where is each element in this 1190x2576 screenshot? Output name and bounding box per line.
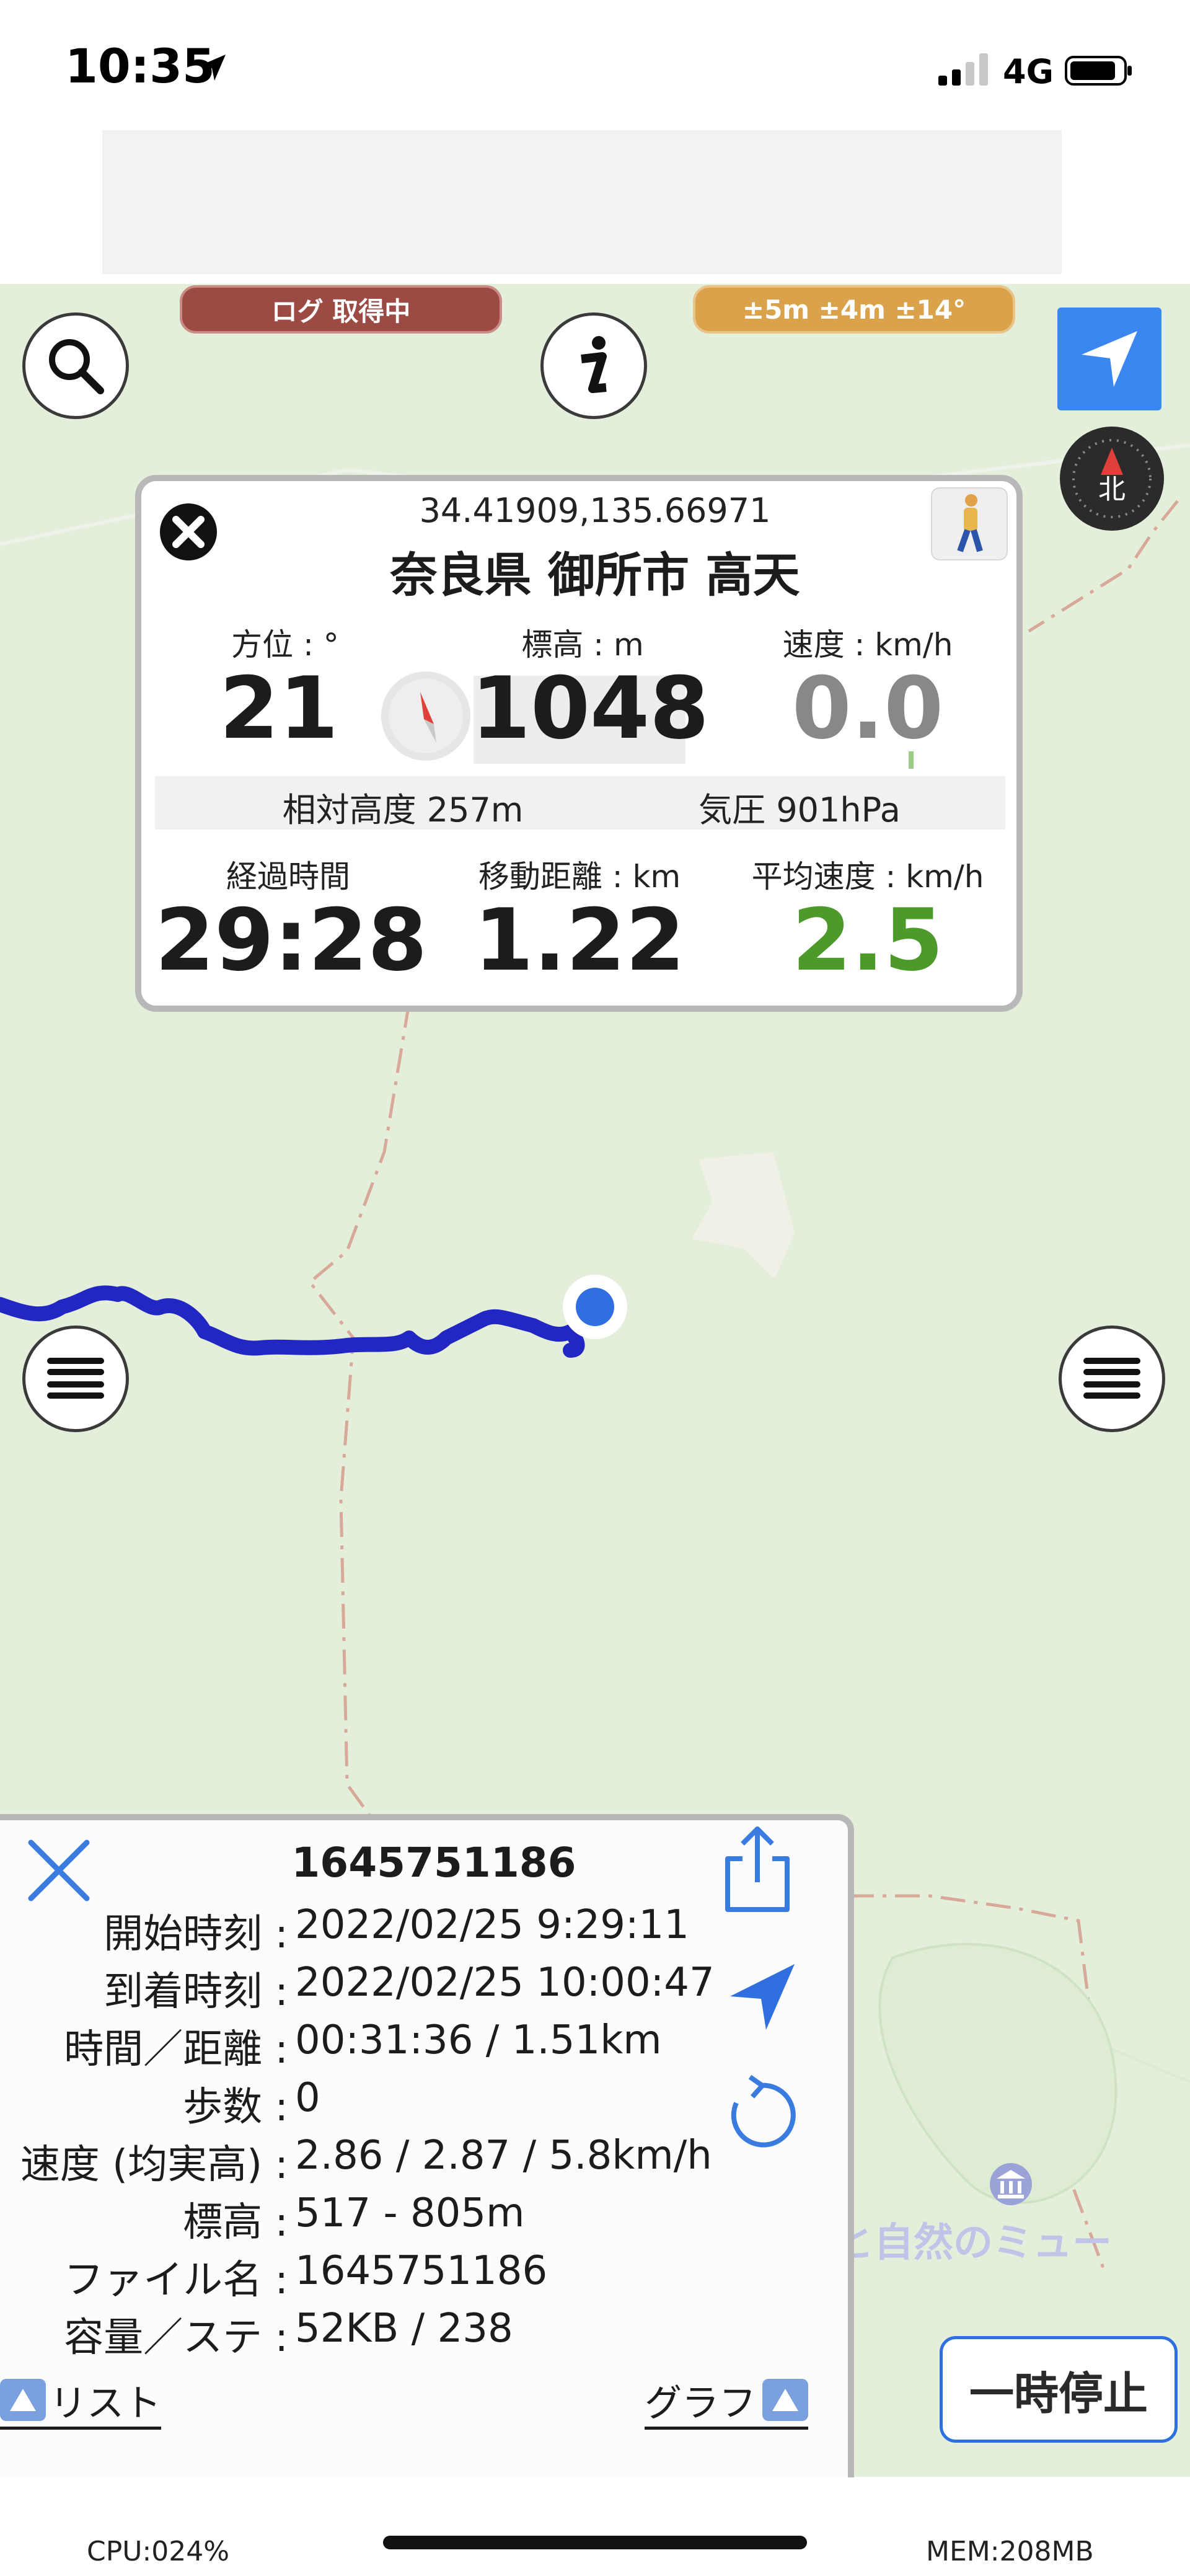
row-value: 2022/02/25 10:00:47 xyxy=(295,1960,715,2006)
coordinates: 34.41909,135.66971 xyxy=(419,491,771,530)
row-key: 到着時刻 : xyxy=(104,1969,288,2015)
menu-icon xyxy=(1083,1358,1140,1399)
track-row: 到着時刻 : 2022/02/25 10:00:47 xyxy=(0,1960,806,2016)
walking-person-icon xyxy=(957,494,983,552)
row-value: 00:31:36 / 1.51km xyxy=(295,2017,662,2063)
bearing-value: 21 xyxy=(219,658,339,758)
row-value: 517 - 805m xyxy=(295,2190,525,2236)
row-value: 2022/02/25 9:29:11 xyxy=(295,1902,689,1948)
menu-button-right[interactable] xyxy=(1059,1326,1165,1432)
expand-up-icon xyxy=(0,2379,46,2421)
home-indicator[interactable] xyxy=(383,2536,807,2549)
museum-icon xyxy=(990,2163,1032,2205)
graph-label: グラフ xyxy=(645,2381,756,2425)
elapsed-value: 29:28 xyxy=(155,890,428,990)
signal-bars-icon xyxy=(938,53,988,86)
info-button[interactable] xyxy=(540,312,647,419)
row-value: 52KB / 238 xyxy=(295,2306,513,2352)
track-row: ファイル名 : 1645751186 xyxy=(0,2248,806,2304)
row-key: 開始時刻 : xyxy=(104,1911,288,1957)
elevation-value: 1048 xyxy=(471,658,710,758)
track-title: 1645751186 xyxy=(291,1839,576,1887)
address: 奈良県 御所市 高天 xyxy=(390,547,800,603)
compass-icon[interactable]: 北 xyxy=(1059,425,1165,532)
search-icon xyxy=(49,339,104,394)
track-row: 時間／距離 : 00:31:36 / 1.51km xyxy=(0,2017,806,2073)
menu-button-left[interactable] xyxy=(22,1326,129,1432)
close-icon[interactable] xyxy=(25,1836,93,1905)
track-row: 容量／ステ : 52KB / 238 xyxy=(0,2306,806,2361)
track-row: 速度 (均実高) : 2.86 / 2.87 / 5.8km/h xyxy=(0,2133,806,2189)
row-key: 標高 : xyxy=(183,2200,288,2246)
locate-icon xyxy=(1082,331,1137,387)
locate-button[interactable] xyxy=(1057,308,1161,410)
pause-button[interactable]: 一時停止 xyxy=(940,2336,1178,2443)
row-value: 0 xyxy=(295,2075,320,2121)
relative-altitude: 相対高度 257m xyxy=(282,790,524,830)
walking-mode-button[interactable] xyxy=(931,487,1008,560)
ad-banner[interactable] xyxy=(102,130,1062,274)
row-key: 歩数 : xyxy=(183,2084,288,2130)
row-key: 速度 (均実高) : xyxy=(20,2142,288,2188)
battery-icon xyxy=(1065,56,1132,86)
expand-up-icon xyxy=(762,2379,808,2421)
row-value: 2.86 / 2.87 / 5.8km/h xyxy=(295,2133,712,2179)
log-status-pill: ログ 取得中 xyxy=(180,285,502,334)
speed-value: 0.0 xyxy=(791,658,944,758)
compass-north-label: 北 xyxy=(1098,474,1126,505)
row-value: 1645751186 xyxy=(295,2248,548,2294)
menu-icon xyxy=(47,1358,104,1399)
accuracy-pill: ±5m ±4m ±14° xyxy=(693,285,1015,334)
row-key: ファイル名 : xyxy=(64,2257,288,2303)
graph-link[interactable]: グラフ xyxy=(645,2373,808,2430)
air-pressure: 気圧 901hPa xyxy=(699,790,901,830)
row-key: 容量／ステ : xyxy=(64,2315,288,2361)
heading-compass-icon xyxy=(381,671,470,761)
speed-indicator xyxy=(909,751,914,769)
track-row: 開始時刻 : 2022/02/25 9:29:11 xyxy=(0,1902,806,1958)
close-info-button[interactable] xyxy=(154,497,223,567)
row-key: 時間／距離 : xyxy=(64,2027,288,2073)
distance-value: 1.22 xyxy=(474,890,685,990)
avg-speed-value: 2.5 xyxy=(791,890,944,990)
list-label: リスト xyxy=(50,2381,161,2425)
track-row: 標高 : 517 - 805m xyxy=(0,2190,806,2246)
memory-usage: MEM:208MB xyxy=(926,2536,1094,2567)
list-link[interactable]: リスト xyxy=(0,2373,161,2430)
info-icon xyxy=(581,336,607,393)
network-type: 4G xyxy=(1003,52,1054,91)
status-time: 10:35 xyxy=(65,38,215,94)
location-arrow-icon xyxy=(200,55,226,81)
cpu-usage: CPU:024% xyxy=(87,2536,230,2567)
search-button[interactable] xyxy=(22,312,129,419)
track-row: 歩数 : 0 xyxy=(0,2075,806,2131)
